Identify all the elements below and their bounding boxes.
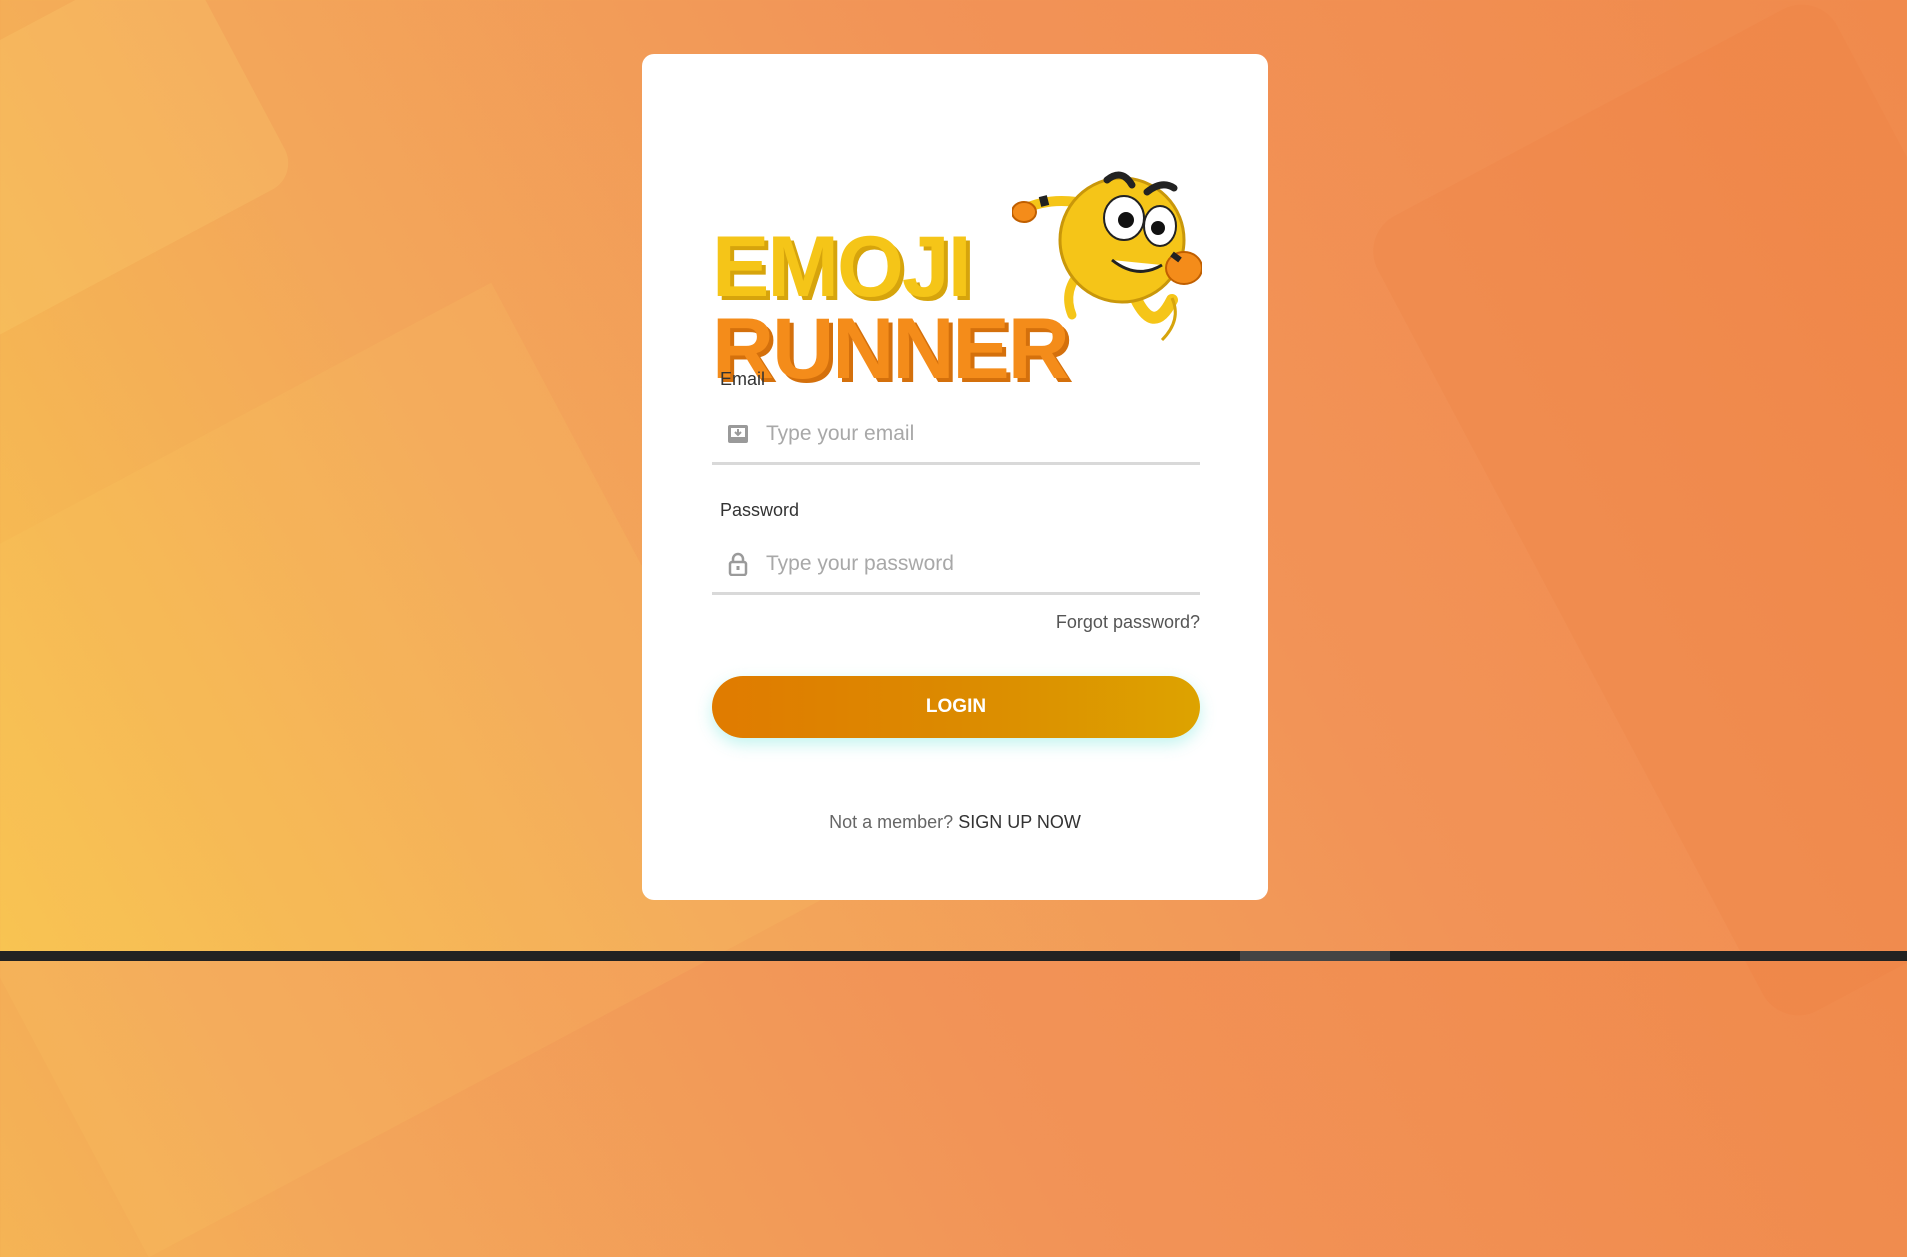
inbox-icon [716, 419, 760, 449]
email-input[interactable] [760, 413, 1200, 455]
signup-link[interactable]: SIGN UP NOW [958, 812, 1081, 832]
login-card: EMOJI RUNNER Email Type your email Passw… [642, 54, 1268, 900]
password-label: Password [720, 500, 800, 520]
taskbar-active-item[interactable] [1240, 951, 1390, 961]
background-shape [0, 0, 299, 354]
signup-question: Not a member? [829, 812, 954, 832]
forgot-password-link[interactable]: Forgot password? [1056, 612, 1200, 633]
password-input[interactable] [760, 543, 1200, 585]
email-field[interactable] [712, 406, 1200, 465]
password-field[interactable] [712, 536, 1200, 595]
running-emoji-mascot-icon [1012, 171, 1202, 342]
email-label: Email [720, 369, 766, 389]
login-button[interactable]: LOGIN [712, 676, 1200, 738]
signup-prompt: Not a member? SIGN UP NOW [642, 812, 1268, 833]
app-logo: EMOJI RUNNER [712, 88, 1202, 398]
lock-icon [716, 549, 760, 579]
taskbar [0, 951, 1907, 961]
background-shape [1359, 0, 1907, 1030]
logo-line-1: EMOJI [712, 219, 972, 315]
